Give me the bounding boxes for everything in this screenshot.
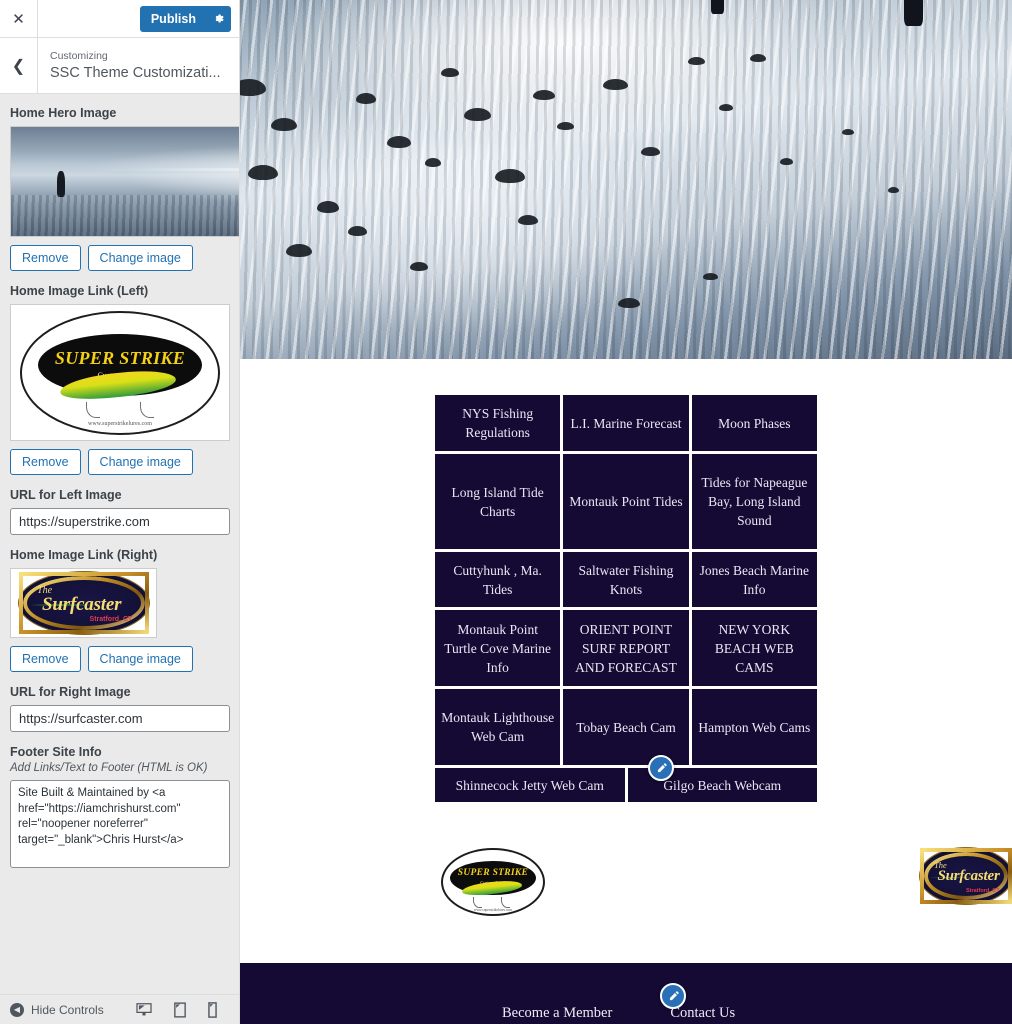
chevron-left-circle-icon: ◀: [10, 1002, 24, 1017]
link-tile[interactable]: Saltwater Fishing Knots: [563, 552, 689, 607]
quick-links-section: NYS Fishing Regulations L.I. Marine Fore…: [240, 359, 1012, 802]
publish-button-label: Publish: [150, 11, 196, 26]
shoreline-rocks: [240, 0, 1012, 359]
surfcaster-logo: The Surfcaster Stratford, CT: [18, 572, 149, 634]
angler-silhouette: [903, 0, 923, 27]
gear-icon[interactable]: [205, 6, 231, 32]
chevron-left-icon[interactable]: ❮: [0, 38, 38, 93]
device-preview-group: [136, 1001, 229, 1018]
link-tile[interactable]: Montauk Lighthouse Web Cam: [435, 689, 561, 765]
panel-title: SSC Theme Customizati...: [50, 64, 221, 81]
control-label: URL for Left Image: [10, 488, 122, 502]
footer-link-become-a-member[interactable]: Become a Member: [502, 1005, 612, 1022]
link-row: Montauk Lighthouse Web Cam Tobay Beach C…: [435, 689, 817, 765]
link-tile[interactable]: Montauk Point Turtle Cove Marine Info: [435, 610, 561, 686]
control-description: Add Links/Text to Footer (HTML is OK): [10, 762, 208, 774]
link-tile[interactable]: NYS Fishing Regulations: [435, 395, 561, 451]
change-right-image-button[interactable]: Change image: [87, 646, 193, 672]
control-label: Home Image Link (Left): [10, 284, 149, 298]
tablet-icon[interactable]: [174, 1001, 186, 1018]
hero-image-buttons: Remove Change image: [10, 245, 229, 271]
link-row: Shinnecock Jetty Web Cam Gilgo Beach Web…: [435, 768, 817, 802]
link-tile[interactable]: Shinnecock Jetty Web Cam: [435, 768, 625, 802]
customizer-sidebar: ✕ Publish ❮ Customizing SSC Theme Custom…: [0, 0, 240, 1024]
link-tile[interactable]: NEW YORK BEACH WEB CAMS: [691, 610, 817, 686]
control-footer-site-info: Footer Site Info Add Links/Text to Foote…: [10, 745, 230, 871]
close-icon[interactable]: ✕: [0, 0, 38, 37]
right-image-thumbnail[interactable]: The Surfcaster Stratford, CT: [10, 568, 157, 638]
link-tile[interactable]: L.I. Marine Forecast: [563, 395, 689, 451]
surfcaster-logo[interactable]: The Surfcaster Stratford, CT: [920, 848, 1012, 904]
url-right-image-input[interactable]: [10, 705, 230, 732]
left-image-buttons: Remove Change image: [10, 449, 229, 475]
url-left-image-input[interactable]: [10, 508, 230, 535]
hide-controls-label: Hide Controls: [31, 1002, 104, 1017]
link-row: NYS Fishing Regulations L.I. Marine Fore…: [435, 395, 817, 451]
control-label: Home Image Link (Right): [10, 548, 158, 562]
mobile-icon[interactable]: [208, 1001, 217, 1018]
angler-silhouette: [710, 0, 724, 15]
panel-titles: Customizing SSC Theme Customizati...: [38, 38, 221, 93]
right-image-buttons: Remove Change image: [10, 646, 229, 672]
super-strike-logo-title: SUPER STRIKE: [457, 868, 529, 879]
customizer-app: ✕ Publish ❮ Customizing SSC Theme Custom…: [0, 0, 1012, 1024]
quick-links-grid: NYS Fishing Regulations L.I. Marine Fore…: [435, 395, 817, 802]
pencil-icon[interactable]: [648, 755, 674, 781]
desktop-icon[interactable]: [136, 1002, 152, 1018]
surfcaster-logo-subtitle: Stratford, CT: [965, 887, 1000, 894]
control-label: Footer Site Info: [10, 745, 102, 759]
super-strike-logo-url: www.superstrikelures.com: [473, 907, 513, 912]
link-tile[interactable]: Jones Beach Marine Info: [691, 552, 817, 607]
hero-image: [240, 0, 1012, 359]
footer-navigation: Become a Member Contact Us: [502, 1005, 735, 1022]
control-label: Home Hero Image: [10, 106, 117, 120]
link-tile[interactable]: Cuttyhunk , Ma. Tides: [435, 552, 561, 607]
link-tile[interactable]: Hampton Web Cams: [691, 689, 817, 765]
change-left-image-button[interactable]: Change image: [87, 449, 193, 475]
sponsor-left[interactable]: SUPER STRIKE Custom Lures www.superstrik…: [436, 848, 630, 916]
link-tile[interactable]: Tides for Napeague Bay, Long Island Soun…: [691, 454, 817, 549]
remove-hero-image-button[interactable]: Remove: [10, 245, 81, 271]
remove-left-image-button[interactable]: Remove: [10, 449, 81, 475]
publish-button[interactable]: Publish: [139, 5, 231, 32]
customizer-bottom-bar: ◀ Hide Controls: [0, 994, 239, 1024]
control-home-image-link-left: Home Image Link (Left) SUPER STRIKE Cust…: [10, 284, 230, 475]
hide-controls-button[interactable]: ◀ Hide Controls: [10, 1002, 104, 1017]
hero-image-thumbnail[interactable]: [10, 126, 239, 237]
link-row: Long Island Tide Charts Montauk Point Ti…: [435, 454, 817, 549]
site-preview: NYS Fishing Regulations L.I. Marine Fore…: [240, 0, 1012, 1024]
customizer-controls: Home Hero Image Remove Change image Home…: [0, 94, 239, 994]
control-url-right-image: URL for Right Image: [10, 685, 230, 732]
link-tile[interactable]: Montauk Point Tides: [563, 454, 689, 549]
left-image-thumbnail[interactable]: SUPER STRIKE Custom Lures www.superstrik…: [10, 304, 230, 441]
footer-site-info-textarea[interactable]: Site Built & Maintained by <a href="http…: [10, 780, 230, 868]
control-home-hero-image: Home Hero Image Remove Change image: [10, 106, 239, 271]
surfcaster-logo-title: Surfcaster: [937, 867, 1000, 884]
footer-link-contact-us[interactable]: Contact Us: [670, 1005, 735, 1022]
site-footer: Become a Member Contact Us: [240, 963, 1012, 1024]
super-strike-logo: SUPER STRIKE Custom Lures www.superstrik…: [20, 310, 220, 435]
customizing-eyebrow: Customizing: [50, 49, 108, 62]
control-url-left-image: URL for Left Image: [10, 488, 230, 535]
customizer-panel-header: ❮ Customizing SSC Theme Customizati...: [0, 38, 239, 94]
link-tile[interactable]: Tobay Beach Cam: [563, 689, 689, 765]
sponsor-logos: SUPER STRIKE Custom Lures www.superstrik…: [240, 848, 1012, 916]
link-tile[interactable]: ORIENT POINT SURF REPORT AND FORECAST: [563, 610, 689, 686]
customizer-topbar: ✕ Publish: [0, 0, 239, 38]
super-strike-logo[interactable]: SUPER STRIKE Custom Lures www.superstrik…: [441, 848, 545, 916]
sponsor-right[interactable]: The Surfcaster Stratford, CT: [630, 848, 1012, 916]
link-tile[interactable]: Moon Phases: [691, 395, 817, 451]
control-home-image-link-right: Home Image Link (Right) The Surfcaster S…: [10, 548, 229, 672]
link-row: Montauk Point Turtle Cove Marine Info OR…: [435, 610, 817, 686]
change-hero-image-button[interactable]: Change image: [87, 245, 193, 271]
link-tile[interactable]: Long Island Tide Charts: [435, 454, 561, 549]
remove-right-image-button[interactable]: Remove: [10, 646, 81, 672]
control-label: URL for Right Image: [10, 685, 131, 699]
link-row: Cuttyhunk , Ma. Tides Saltwater Fishing …: [435, 552, 817, 607]
